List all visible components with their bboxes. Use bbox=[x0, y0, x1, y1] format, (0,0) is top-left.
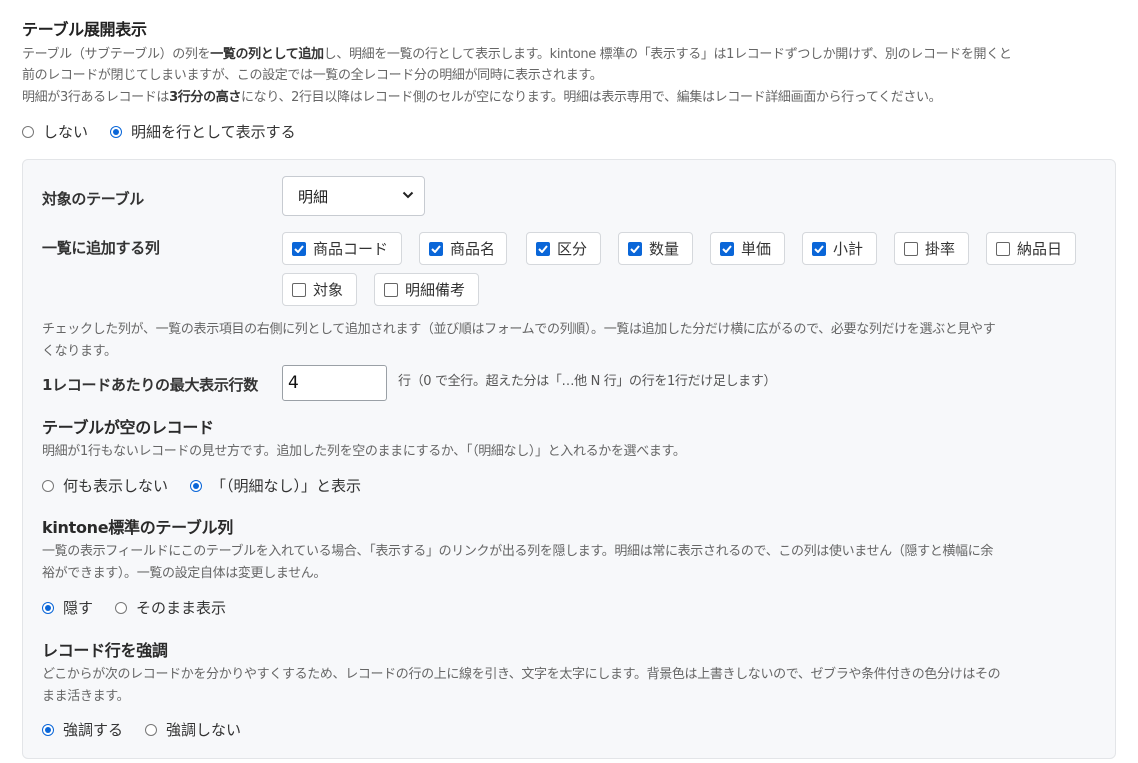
checkmark-icon bbox=[630, 244, 640, 253]
radio-label: 強調する bbox=[63, 721, 124, 739]
std-column-radio-group: 隠す そのまま表示 bbox=[42, 597, 248, 618]
column-checkbox-item[interactable]: 対象 bbox=[282, 273, 357, 306]
checkbox-checked[interactable] bbox=[720, 241, 734, 256]
checkbox-checked[interactable] bbox=[429, 241, 443, 256]
emphasize-option-on[interactable]: 強調する bbox=[42, 719, 123, 740]
columns-help-line-2: くなります。 bbox=[42, 344, 117, 359]
checkbox-label: 数量 bbox=[649, 240, 680, 258]
column-checkbox-item[interactable]: 商品名 bbox=[419, 232, 507, 265]
column-checkbox-item[interactable]: 納品日 bbox=[986, 232, 1076, 265]
checkbox-label: 納品日 bbox=[1017, 240, 1063, 258]
checkbox-label: 商品名 bbox=[450, 240, 496, 258]
std-column-help-line-1: 一覧の表示フィールドにこのテーブルを入れている場合、「表示する」のリンクが出る列… bbox=[42, 544, 994, 559]
emphasize-option-off[interactable]: 強調しない bbox=[145, 719, 241, 740]
empty-table-title: テーブルが空のレコード bbox=[42, 418, 214, 437]
columns-label: 一覧に追加する列 bbox=[42, 239, 160, 257]
mode-radio-group: しない 明細を行として表示する bbox=[22, 121, 318, 142]
radio-label: しない bbox=[43, 123, 89, 141]
description-line-1: テーブル（サブテーブル）の列を一覧の列として追加し、明細を一覧の行として表示しま… bbox=[22, 47, 1012, 62]
column-checkbox-item[interactable]: 数量 bbox=[618, 232, 693, 265]
radio-button[interactable] bbox=[115, 601, 128, 614]
checkbox-checked[interactable] bbox=[628, 241, 642, 256]
description-line-2: 前のレコードが閉じてしまいますが、この設定では一覧の全レコード分の明細が同時に表… bbox=[22, 68, 603, 83]
max-rows-input[interactable]: 4 bbox=[282, 365, 387, 401]
radio-label: 明細を行として表示する bbox=[131, 123, 296, 141]
std-option-show[interactable]: そのまま表示 bbox=[115, 597, 226, 618]
section-title: テーブル展開表示 bbox=[22, 20, 147, 39]
checkbox-label: 小計 bbox=[833, 240, 864, 258]
checkbox[interactable] bbox=[292, 282, 306, 297]
radio-label: 「（明細なし）」と表示 bbox=[211, 477, 362, 495]
column-checkbox-item[interactable]: 単価 bbox=[710, 232, 785, 265]
max-rows-suffix: 行（0 で全行。超えた分は「…他 N 行」の行を1行だけ足します） bbox=[398, 374, 777, 389]
checkmark-icon bbox=[431, 244, 441, 253]
checkbox-label: 単価 bbox=[741, 240, 772, 258]
checkbox[interactable] bbox=[996, 241, 1010, 256]
checkbox-label: 明細備考 bbox=[405, 281, 466, 299]
checkbox[interactable] bbox=[904, 241, 918, 256]
columns-help-line-1: チェックした列が、一覧の表示項目の右側に列として追加されます（並び順はフォームで… bbox=[42, 322, 996, 337]
max-rows-label: 1レコードあたりの最大表示行数 bbox=[42, 376, 258, 394]
column-checkbox-item[interactable]: 区分 bbox=[526, 232, 601, 265]
column-checkbox-item[interactable]: 掛率 bbox=[894, 232, 969, 265]
emphasize-help-line-2: まま活きます。 bbox=[42, 689, 130, 704]
chevron-down-icon bbox=[402, 191, 414, 199]
emphasize-title: レコード行を強調 bbox=[42, 641, 168, 660]
checkbox-checked[interactable] bbox=[536, 241, 550, 256]
radio-button[interactable] bbox=[22, 125, 34, 138]
emphasize-radio-group: 強調する 強調しない bbox=[42, 719, 263, 740]
checkmark-icon bbox=[722, 244, 732, 253]
checkbox-checked[interactable] bbox=[812, 241, 826, 256]
column-checkbox-item[interactable]: 明細備考 bbox=[374, 273, 479, 306]
radio-label: そのまま表示 bbox=[136, 599, 227, 617]
mode-option-rows[interactable]: 明細を行として表示する bbox=[110, 121, 296, 142]
radio-button[interactable] bbox=[145, 723, 158, 736]
target-table-label: 対象のテーブル bbox=[42, 190, 145, 208]
radio-button[interactable] bbox=[42, 479, 54, 492]
mode-option-off[interactable]: しない bbox=[22, 121, 88, 142]
radio-label: 強調しない bbox=[166, 721, 242, 739]
empty-table-help: 明細が1行もないレコードの見せ方です。追加した列を空のままにするか、「（明細なし… bbox=[42, 444, 686, 459]
std-column-title: kintone標準のテーブル列 bbox=[42, 518, 233, 537]
radio-button-selected[interactable] bbox=[42, 601, 54, 614]
radio-button-selected[interactable] bbox=[42, 723, 54, 736]
column-checkbox-item[interactable]: 小計 bbox=[802, 232, 877, 265]
checkbox-label: 商品コード bbox=[313, 240, 389, 258]
radio-button-selected[interactable] bbox=[190, 479, 203, 492]
checkbox-label: 区分 bbox=[557, 240, 588, 258]
column-checkbox-item[interactable]: 商品コード bbox=[282, 232, 402, 265]
radio-button-selected[interactable] bbox=[110, 125, 123, 138]
select-value: 明細 bbox=[298, 187, 329, 206]
checkbox[interactable] bbox=[384, 282, 398, 297]
std-column-help-line-2: 裕ができます）。一覧の設定自体は変更しません。 bbox=[42, 566, 327, 581]
radio-label: 隠す bbox=[63, 599, 94, 617]
target-table-select[interactable]: 明細 bbox=[282, 176, 425, 216]
checkmark-icon bbox=[814, 244, 824, 253]
radio-label: 何も表示しない bbox=[63, 477, 169, 495]
input-value: 4 bbox=[288, 373, 299, 393]
checkmark-icon bbox=[538, 244, 548, 253]
emphasize-help-line-1: どこからが次のレコードかを分かりやすくするため、レコードの行の上に線を引き、文字… bbox=[42, 667, 1001, 682]
checkbox-checked[interactable] bbox=[292, 241, 306, 256]
empty-table-radio-group: 何も表示しない 「（明細なし）」と表示 bbox=[42, 475, 383, 496]
checkbox-label: 掛率 bbox=[925, 240, 956, 258]
checkmark-icon bbox=[294, 244, 304, 253]
empty-option-label[interactable]: 「（明細なし）」と表示 bbox=[190, 475, 361, 496]
std-option-hide[interactable]: 隠す bbox=[42, 597, 93, 618]
checkbox-label: 対象 bbox=[313, 281, 344, 299]
description-line-3: 明細が3行あるレコードは3行分の高さになり、2行目以降はレコード側のセルが空にな… bbox=[22, 90, 942, 105]
empty-option-none[interactable]: 何も表示しない bbox=[42, 475, 168, 496]
